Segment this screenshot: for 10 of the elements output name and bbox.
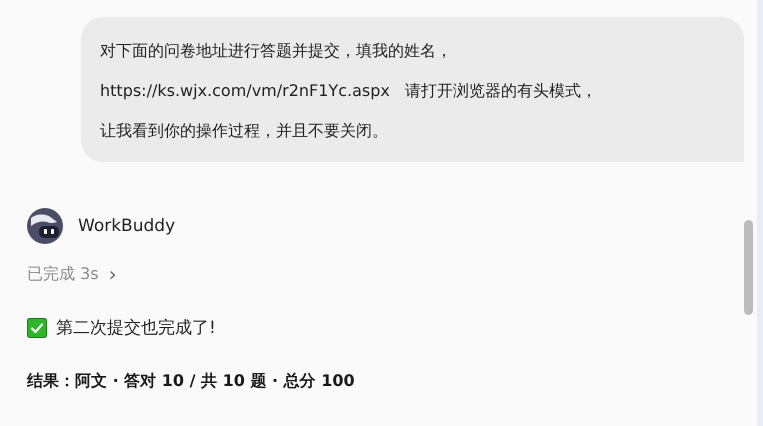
check-icon bbox=[27, 318, 47, 338]
message-line: 让我看到你的操作过程，并且不要关闭。 bbox=[100, 120, 389, 142]
robot-avatar-icon bbox=[27, 208, 63, 244]
completion-message: 第二次提交也完成了! bbox=[56, 317, 216, 339]
message-line: https://ks.wjx.com/vm/r2nF1Yc.aspx 请打开浏览器的有头模式， bbox=[100, 80, 598, 102]
result-summary: 结果：阿文 · 答对 10 / 共 10 题 · 总分 100 bbox=[27, 371, 356, 392]
scrollbar-thumb[interactable] bbox=[744, 220, 753, 315]
message-line: 对下面的问卷地址进行答题并提交，填我的姓名， bbox=[100, 40, 453, 62]
assistant-name: WorkBuddy bbox=[78, 216, 176, 236]
status-toggle[interactable]: 已完成 3s › bbox=[27, 262, 117, 286]
